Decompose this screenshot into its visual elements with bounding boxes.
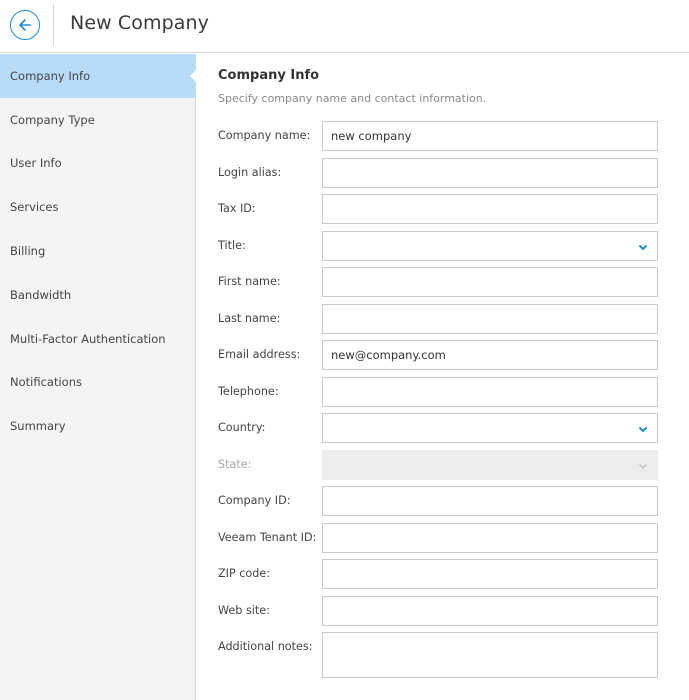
field-label: Company ID:	[218, 494, 291, 507]
login-alias-input[interactable]	[322, 157, 658, 188]
field-title: Title:	[218, 230, 658, 261]
sidebar-item-label: Multi-Factor Authentication	[10, 331, 166, 346]
last-name-input[interactable]	[322, 303, 658, 334]
field-label: Last name:	[218, 311, 281, 325]
section-title: Company Info	[218, 68, 320, 83]
sidebar-item-label: Summary	[10, 419, 66, 434]
sidebar-item-label: Notifications	[10, 375, 82, 390]
company-id-input[interactable]	[322, 486, 658, 516]
field-veeam-tenant-id: Veeam Tenant ID:	[218, 522, 658, 553]
field-company-id: Company ID:	[218, 486, 658, 516]
zip-code-input[interactable]	[322, 559, 658, 589]
sidebar-item-notifications[interactable]: Notifications	[0, 361, 195, 405]
chevron-down-icon	[639, 463, 647, 469]
field-label: Login alias:	[218, 165, 282, 179]
sidebar-item-label: Services	[10, 200, 59, 215]
sidebar-item-company-info[interactable]: Company Info	[0, 54, 196, 98]
telephone-input[interactable]	[322, 376, 658, 407]
title-select[interactable]	[322, 230, 658, 261]
field-label: Web site:	[218, 603, 270, 617]
chevron-down-icon[interactable]	[637, 241, 649, 253]
first-name-input[interactable]	[322, 267, 658, 297]
wizard-steps-sidebar: Company Info Company Type User Info Serv…	[0, 54, 196, 700]
header-divider	[53, 4, 54, 46]
field-zip-code: ZIP code:	[218, 559, 658, 589]
field-label: State:	[218, 457, 252, 471]
field-label: First name:	[218, 275, 281, 288]
state-select	[322, 449, 658, 480]
sidebar-item-user-info[interactable]: User Info	[0, 142, 195, 186]
tax-id-input[interactable]	[322, 194, 658, 224]
field-label: ZIP code:	[218, 567, 271, 580]
sidebar-item-services[interactable]: Services	[0, 185, 195, 229]
header: New Company	[0, 0, 689, 53]
field-label: Company name:	[218, 129, 311, 142]
sidebar-item-multi-factor-authentication[interactable]: Multi-Factor Authentication	[0, 317, 195, 361]
field-label: Telephone:	[218, 384, 279, 398]
field-login-alias: Login alias:	[218, 157, 658, 188]
back-button[interactable]	[10, 10, 40, 40]
web-site-input[interactable]	[322, 595, 658, 626]
country-select[interactable]	[322, 413, 658, 443]
email-address-input[interactable]: new@company.com	[322, 340, 658, 370]
field-first-name: First name:	[218, 267, 658, 297]
field-last-name: Last name:	[218, 303, 658, 334]
page-title: New Company	[70, 12, 209, 34]
field-email-address: Email address: new@company.com	[218, 340, 658, 370]
field-tax-id: Tax ID:	[218, 194, 658, 224]
sidebar-item-label: Company Type	[10, 112, 95, 127]
field-label: Title:	[218, 238, 246, 252]
field-telephone: Telephone:	[218, 376, 658, 407]
arrow-left-icon	[19, 19, 31, 31]
field-country: Country:	[218, 413, 658, 443]
sidebar-item-summary[interactable]: Summary	[0, 404, 195, 448]
sidebar-item-bandwidth[interactable]: Bandwidth	[0, 273, 195, 317]
field-label: Country:	[218, 421, 266, 434]
veeam-tenant-id-input[interactable]	[322, 522, 658, 553]
sidebar-item-label: User Info	[10, 156, 62, 171]
field-label: Veeam Tenant ID:	[218, 530, 317, 544]
field-web-site: Web site:	[218, 595, 658, 626]
section-description: Specify company name and contact informa…	[218, 92, 487, 105]
sidebar-item-billing[interactable]: Billing	[0, 229, 195, 273]
field-label: Email address:	[218, 348, 301, 361]
sidebar-item-label: Billing	[10, 244, 46, 259]
field-state: State:	[218, 449, 658, 480]
field-label: Additional notes:	[218, 640, 313, 653]
company-name-input[interactable]: new company	[322, 121, 658, 151]
additional-notes-textarea[interactable]	[322, 632, 658, 678]
field-label: Tax ID:	[218, 202, 256, 215]
field-additional-notes: Additional notes:	[218, 632, 658, 678]
sidebar-item-company-type[interactable]: Company Type	[0, 98, 195, 142]
sidebar-item-label: Company Info	[10, 68, 91, 83]
field-company-name: Company name: new company	[218, 121, 658, 151]
sidebar-item-label: Bandwidth	[10, 287, 72, 302]
chevron-down-icon[interactable]	[637, 423, 649, 435]
